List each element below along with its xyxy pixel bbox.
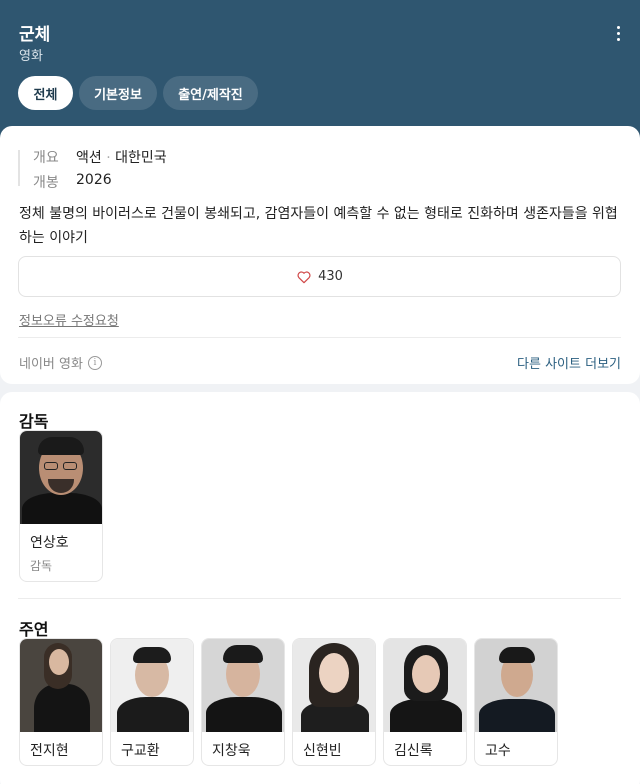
- tab-cast-crew[interactable]: 출연/제작진: [163, 76, 258, 110]
- tab-all[interactable]: 전체: [18, 76, 73, 110]
- separator-dot: ·: [106, 150, 116, 166]
- info-divider-bar: [18, 150, 20, 186]
- cast-name: 지창욱: [212, 743, 251, 759]
- director-photo: [20, 431, 102, 524]
- cast-card[interactable]: 김신록: [383, 638, 467, 766]
- cast-card[interactable]: 구교환: [110, 638, 194, 766]
- cast-name: 김신록: [394, 743, 433, 759]
- overview-label: 개요: [33, 150, 59, 166]
- director-card[interactable]: 연상호 감독: [19, 430, 103, 582]
- cast-card[interactable]: 전지현: [19, 638, 103, 766]
- source-text: 네이버 영화: [19, 357, 83, 372]
- cast-photo: [111, 639, 193, 732]
- divider: [18, 337, 621, 338]
- synopsis: 정체 불명의 바이러스로 건물이 봉쇄되고, 감염자들이 예측할 수 없는 형태…: [19, 206, 618, 246]
- like-count: 430: [318, 269, 343, 284]
- release-label: 개봉: [33, 175, 59, 191]
- kebab-icon[interactable]: [612, 24, 626, 42]
- director-section-title: 감독: [19, 412, 49, 431]
- cast-photo: [293, 639, 375, 732]
- cast-photo: [475, 639, 557, 732]
- section-divider: [18, 598, 621, 599]
- cast-section-title: 주연: [19, 620, 49, 639]
- movie-title: 군체: [19, 25, 51, 45]
- error-report-link[interactable]: 정보오류 수정요청: [19, 310, 119, 329]
- cast-name: 전지현: [30, 743, 69, 759]
- cast-card[interactable]: 지창욱: [201, 638, 285, 766]
- info-card: 개요 액션 · 대한민국 개봉 2026 정체 불명의 바이러스로 건물이 봉쇄…: [0, 126, 640, 384]
- cast-photo: [384, 639, 466, 732]
- tab-basic-info[interactable]: 기본정보: [79, 76, 157, 110]
- release-year: 2026: [76, 172, 112, 188]
- genre-text: 액션: [76, 150, 102, 166]
- source-label: 네이버 영화 i: [19, 353, 102, 372]
- like-button[interactable]: 430: [18, 256, 621, 297]
- movie-category: 영화: [19, 49, 43, 64]
- cast-photo: [20, 639, 102, 732]
- director-role: 감독: [30, 559, 53, 573]
- heart-icon: [297, 270, 311, 283]
- cast-name: 고수: [485, 743, 511, 759]
- cast-name: 신현빈: [303, 743, 342, 759]
- cast-name: 구교환: [121, 743, 160, 759]
- more-sites-link[interactable]: 다른 사이트 더보기: [517, 353, 621, 372]
- cast-photo: [202, 639, 284, 732]
- crew-card: 감독 연상호 감독 주연 전지현 구교환 지창욱 신현빈 김신록 고수: [0, 392, 640, 784]
- overview-value: 액션 · 대한민국: [76, 147, 167, 167]
- director-name: 연상호: [30, 535, 69, 551]
- country-text: 대한민국: [115, 150, 167, 166]
- cast-card[interactable]: 신현빈: [292, 638, 376, 766]
- info-icon[interactable]: i: [87, 355, 102, 370]
- cast-card[interactable]: 고수: [474, 638, 558, 766]
